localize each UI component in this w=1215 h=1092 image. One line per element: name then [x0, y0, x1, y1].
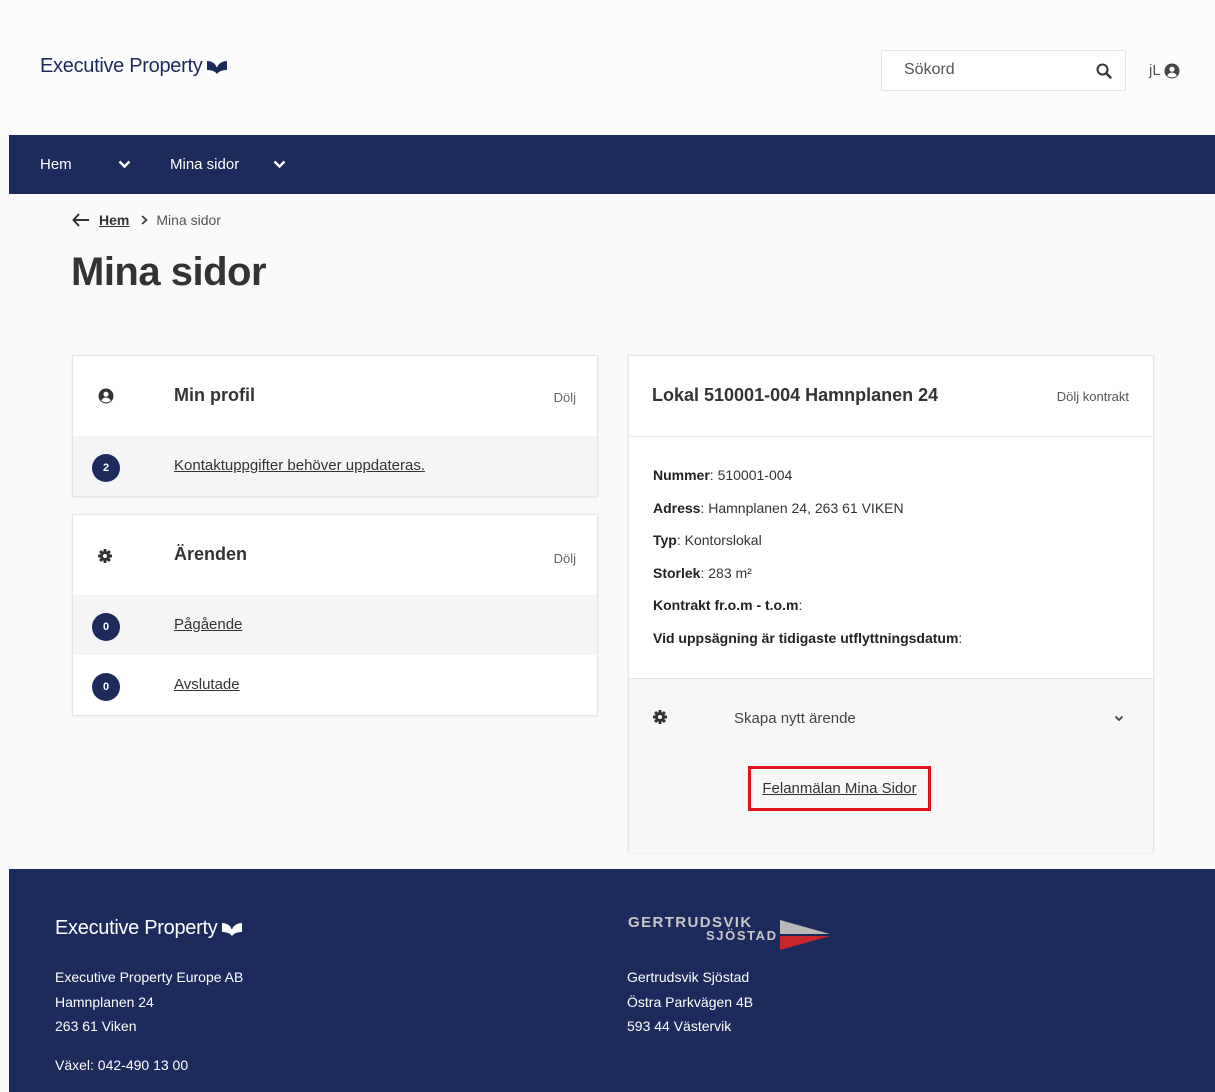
contract-field: Vid uppsägning är tidigaste utflyttnings…	[653, 629, 963, 646]
contract-details: Nummer: 510001-004 Adress: Hamnplanen 24…	[629, 437, 1153, 679]
brand-name: Executive Property	[40, 55, 203, 77]
site-header: Executive Property jL	[0, 0, 1215, 135]
list-item: 0 Avslutade	[73, 655, 597, 715]
partner-name: Gertrudsvik Sjöstad	[627, 969, 750, 985]
hide-toggle[interactable]: Dölj	[554, 390, 576, 405]
report-link-highlight: Felanmälan Mina Sidor	[748, 766, 931, 811]
contract-field: Storlek: 283 m²	[653, 564, 752, 581]
book-leaf-icon	[222, 920, 243, 936]
footer-brand-logo[interactable]: Executive Property	[55, 917, 243, 940]
user-initials: jL	[1149, 62, 1161, 79]
page-title: Mina sidor	[71, 250, 267, 294]
ongoing-cases-link[interactable]: Pågående	[174, 616, 242, 633]
contact-update-link[interactable]: Kontaktuppgifter behöver uppdateras.	[174, 457, 425, 474]
user-circle-icon	[98, 388, 114, 404]
company-street: Hamnplanen 24	[55, 993, 154, 1010]
user-circle-icon	[1164, 63, 1180, 78]
contract-card: Lokal 510001-004 Hamnplanen 24 Dölj kont…	[628, 355, 1154, 853]
contract-field: Adress: Hamnplanen 24, 263 61 VIKEN	[653, 499, 904, 516]
profile-card: Min profil Dölj 2 Kontaktuppgifter behöv…	[72, 355, 598, 497]
partner-address: Gertrudsvik Sjöstad Östra Parkvägen 4B 5…	[627, 965, 753, 1039]
search-icon[interactable]	[1095, 62, 1113, 80]
nav-item-mina-sidor[interactable]: Mina sidor	[170, 135, 286, 194]
arrow-left-icon[interactable]	[72, 213, 90, 227]
gear-icon	[98, 549, 112, 563]
new-case-panel: Skapa nytt ärende Felanmälan Mina Sidor	[629, 679, 1153, 853]
nav-item-hem[interactable]: Hem	[40, 135, 131, 194]
partner-city: 593 44 Västervik	[627, 1018, 732, 1034]
cases-card: Ärenden Dölj 0 Pågående 0 Avslutade	[72, 514, 598, 716]
company-name: Executive Property Europe AB	[55, 969, 244, 985]
partner-logo[interactable]: GERTRUDSVIK SJÖSTAD	[628, 914, 832, 954]
new-case-toggle[interactable]: Skapa nytt ärende	[734, 710, 856, 727]
count-badge: 2	[92, 454, 120, 482]
partner-street: Östra Parkvägen 4B	[627, 993, 754, 1010]
fault-report-link[interactable]: Felanmälan Mina Sidor	[762, 780, 916, 797]
hide-toggle[interactable]: Dölj	[554, 551, 576, 566]
company-phone: Växel: 042-490 13 00	[55, 1057, 189, 1073]
closed-cases-link[interactable]: Avslutade	[174, 676, 240, 693]
sail-flag-icon	[779, 920, 830, 950]
company-city: 263 61 Viken	[55, 1018, 137, 1034]
search-box	[881, 50, 1126, 91]
list-item: 2 Kontaktuppgifter behöver uppdateras.	[73, 436, 597, 496]
company-address: Executive Property Europe AB Hamnplanen …	[55, 965, 243, 1039]
card-header: Lokal 510001-004 Hamnplanen 24 Dölj kont…	[629, 356, 1153, 437]
card-title: Min profil	[174, 385, 255, 405]
chevron-down-icon[interactable]	[118, 160, 131, 169]
contract-field: Kontrakt fr.o.m - t.o.m:	[653, 597, 803, 614]
breadcrumb-current: Mina sidor	[156, 212, 221, 228]
site-footer: Executive Property Executive Property Eu…	[9, 869, 1215, 1092]
card-header: Ärenden Dölj	[73, 515, 597, 595]
count-badge: 0	[92, 673, 120, 701]
brand-logo[interactable]: Executive Property	[40, 55, 228, 78]
chevron-down-icon[interactable]	[273, 160, 286, 169]
contract-field: Nummer: 510001-004	[653, 467, 793, 483]
chevron-right-icon	[141, 215, 149, 225]
breadcrumb-home-link[interactable]: Hem	[99, 212, 129, 228]
contract-field: Typ: Kontorslokal	[653, 532, 762, 549]
nav-item-label: Hem	[40, 156, 72, 173]
list-item: 0 Pågående	[73, 595, 597, 655]
hide-contract-toggle[interactable]: Dölj kontrakt	[1057, 389, 1129, 404]
search-input[interactable]	[904, 61, 1084, 79]
card-header: Min profil Dölj	[73, 356, 597, 436]
card-title: Ärenden	[174, 544, 248, 564]
chevron-down-icon[interactable]	[1114, 715, 1124, 722]
count-badge: 0	[92, 613, 120, 641]
breadcrumb: Hem Mina sidor	[72, 212, 221, 228]
main-nav: Hem Mina sidor	[9, 135, 1215, 194]
nav-item-label: Mina sidor	[170, 156, 240, 173]
contract-title: Lokal 510001-004 Hamnplanen 24	[652, 385, 939, 405]
book-leaf-icon	[207, 58, 228, 74]
gear-icon	[653, 710, 667, 724]
user-menu[interactable]: jL	[1149, 62, 1180, 79]
brand-name: Executive Property	[55, 917, 218, 939]
